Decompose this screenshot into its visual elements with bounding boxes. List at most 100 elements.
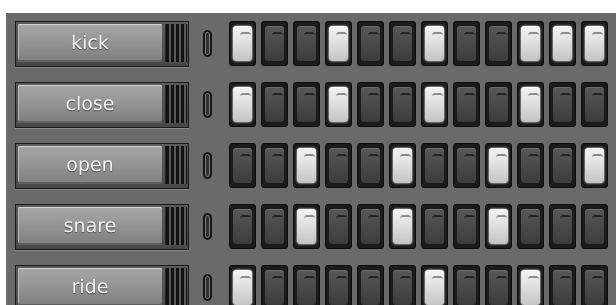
step-button[interactable] [581,265,608,305]
step-buttons [229,21,616,67]
step-button[interactable] [485,82,512,127]
grip-handle-icon[interactable] [165,146,187,184]
step-button[interactable] [261,265,288,305]
step-button[interactable] [485,21,512,66]
step-button[interactable] [421,204,448,249]
track-button-close[interactable]: close [15,82,189,128]
step-button[interactable] [421,265,448,305]
step-button[interactable] [293,265,320,305]
step-button[interactable] [549,204,576,249]
step-button[interactable] [357,82,384,127]
step-button[interactable] [293,21,320,66]
step-button-cap [233,270,252,305]
track-button-open[interactable]: open [15,143,189,189]
step-button[interactable] [293,143,320,188]
step-notch-icon [336,93,347,99]
step-button[interactable] [261,21,288,66]
grip-handle-icon[interactable] [165,268,187,305]
step-button-cap [265,87,284,122]
step-button[interactable] [517,204,544,249]
step-notch-icon [272,154,283,160]
step-button[interactable] [357,143,384,188]
step-button-cap [521,270,540,305]
step-button[interactable] [581,21,608,66]
step-button[interactable] [453,82,480,127]
step-button[interactable] [549,21,576,66]
step-notch-icon [432,93,443,99]
step-notch-icon [400,215,411,221]
step-button[interactable] [485,143,512,188]
step-button[interactable] [325,82,352,127]
step-button[interactable] [325,21,352,66]
step-button[interactable] [549,82,576,127]
step-notch-icon [560,154,571,160]
step-notch-icon [560,215,571,221]
step-button[interactable] [517,143,544,188]
step-button[interactable] [293,82,320,127]
step-button[interactable] [389,21,416,66]
step-button-cap [425,26,444,61]
step-notch-icon [496,93,507,99]
step-notch-icon [432,154,443,160]
step-button[interactable] [581,143,608,188]
step-button[interactable] [581,204,608,249]
step-button[interactable] [293,204,320,249]
step-button[interactable] [517,265,544,305]
step-notch-icon [304,32,315,38]
step-button[interactable] [549,265,576,305]
track-button-face: ride [18,268,162,305]
step-notch-icon [272,215,283,221]
step-button-cap [361,26,380,61]
step-button-cap [361,148,380,183]
step-button-cap [297,26,316,61]
track-button-kick[interactable]: kick [15,21,189,67]
grip-handle-icon[interactable] [165,207,187,245]
step-button[interactable] [325,204,352,249]
step-button[interactable] [517,21,544,66]
step-button[interactable] [421,82,448,127]
step-button[interactable] [389,82,416,127]
grip-handle-icon[interactable] [165,85,187,123]
step-button[interactable] [229,82,256,127]
step-button[interactable] [453,143,480,188]
step-button[interactable] [325,265,352,305]
step-button[interactable] [581,82,608,127]
step-button[interactable] [229,21,256,66]
step-button[interactable] [357,21,384,66]
step-button-cap [233,26,252,61]
step-button[interactable] [261,82,288,127]
step-button[interactable] [261,204,288,249]
step-button[interactable] [357,265,384,305]
step-button[interactable] [453,265,480,305]
step-button[interactable] [389,143,416,188]
step-button[interactable] [485,204,512,249]
step-button[interactable] [389,204,416,249]
step-button[interactable] [261,143,288,188]
track-indicator-led [203,30,212,57]
step-button[interactable] [229,143,256,188]
grip-handle-icon[interactable] [165,24,187,62]
track-button-ride[interactable]: ride [15,265,189,305]
step-button[interactable] [549,143,576,188]
step-button[interactable] [421,143,448,188]
step-button[interactable] [389,265,416,305]
step-button[interactable] [325,143,352,188]
step-button[interactable] [453,21,480,66]
step-button-cap [265,270,284,305]
step-button[interactable] [485,265,512,305]
step-notch-icon [304,215,315,221]
step-button-cap [425,87,444,122]
step-button[interactable] [453,204,480,249]
step-button[interactable] [357,204,384,249]
track-button-snare[interactable]: snare [15,204,189,250]
step-notch-icon [432,215,443,221]
step-button-cap [329,26,348,61]
step-button[interactable] [517,82,544,127]
step-button[interactable] [421,21,448,66]
step-button[interactable] [229,265,256,305]
step-button[interactable] [229,204,256,249]
step-notch-icon [400,154,411,160]
step-button-cap [393,87,412,122]
step-button-cap [585,148,604,183]
step-notch-icon [592,154,603,160]
